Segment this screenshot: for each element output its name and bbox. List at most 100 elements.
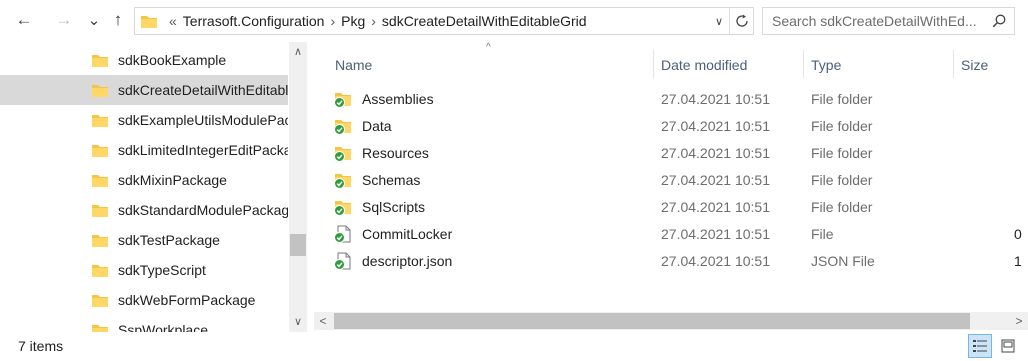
forward-button[interactable]: → xyxy=(52,8,76,32)
synced-folder-icon xyxy=(334,173,351,189)
type-cell: File folder xyxy=(811,90,873,107)
search-input[interactable] xyxy=(772,13,992,29)
file-type-icon xyxy=(334,117,352,135)
nav-tree-item[interactable]: sdkBookExample xyxy=(0,45,288,75)
file-row[interactable]: descriptor.json 27.04.2021 10:51 JSON Fi… xyxy=(314,247,1028,274)
folder-icon xyxy=(92,325,108,332)
type-cell: File folder xyxy=(811,117,873,134)
nav-tree-item-label: sdkCreateDetailWithEditableGrid xyxy=(118,82,288,98)
column-header-type[interactable]: Type xyxy=(811,52,841,78)
file-name-cell: CommitLocker xyxy=(334,220,452,247)
nav-tree-item[interactable]: sdkTypeScript xyxy=(0,255,288,285)
scroll-up-button[interactable]: ∧ xyxy=(289,42,307,60)
column-header-name[interactable]: Name xyxy=(335,52,372,78)
file-name-cell: SqlScripts xyxy=(334,193,425,220)
nav-tree-item[interactable]: sdkLimitedIntegerEditPackage xyxy=(0,135,288,165)
navigation-pane: sdkBookExample sdkCreateDetailWithEditab… xyxy=(0,42,310,332)
file-name-cell: Resources xyxy=(334,139,429,166)
nav-tree-item[interactable]: sdkTestPackage xyxy=(0,225,288,255)
nav-tree-item[interactable]: sdkWebFormPackage xyxy=(0,285,288,315)
refresh-icon xyxy=(735,14,748,27)
address-toolbar: ← → ⌄ ↑ « Terrasoft.Configuration › Pkg … xyxy=(0,0,1028,42)
file-name: Resources xyxy=(362,144,429,161)
chevron-down-icon: ⌄ xyxy=(87,12,101,29)
type-cell: File folder xyxy=(811,198,873,215)
search-box[interactable] xyxy=(762,7,1015,35)
nav-tree-item-label: sdkLimitedIntegerEditPackage xyxy=(118,142,288,158)
status-bar: 7 items xyxy=(0,332,1028,361)
folder-icon xyxy=(92,205,108,217)
refresh-button[interactable] xyxy=(729,8,753,34)
nav-tree-item-label: sdkMixinPackage xyxy=(118,172,227,188)
item-count: 7 items xyxy=(18,338,64,354)
scroll-right-button[interactable]: > xyxy=(1010,312,1028,330)
nav-tree-item[interactable]: SspWorkplace xyxy=(0,315,288,332)
arrow-right-icon: → xyxy=(55,10,73,29)
file-row[interactable]: Resources 27.04.2021 10:51 File folder xyxy=(314,139,1028,166)
nav-tree-item[interactable]: sdkExampleUtilsModulePackage xyxy=(0,105,288,135)
column-divider[interactable] xyxy=(653,50,654,78)
up-button[interactable]: ↑ xyxy=(106,8,130,32)
breadcrumb-pkg[interactable]: Pkg xyxy=(341,13,365,29)
scroll-left-button[interactable]: < xyxy=(314,312,332,330)
back-button[interactable]: ← xyxy=(12,8,36,32)
file-row[interactable]: CommitLocker 27.04.2021 10:51 File 0 xyxy=(314,220,1028,247)
file-row[interactable]: SqlScripts 27.04.2021 10:51 File folder xyxy=(314,193,1028,220)
large-icons-view-button[interactable] xyxy=(996,334,1020,358)
breadcrumb-separator[interactable]: › xyxy=(324,13,341,29)
scroll-down-button[interactable]: ∨ xyxy=(289,312,307,330)
file-type-icon xyxy=(334,90,352,108)
synced-folder-icon xyxy=(334,200,351,216)
column-header-date-modified[interactable]: Date modified xyxy=(661,52,747,78)
large-icons-view-icon xyxy=(1001,339,1015,353)
file-name: SqlScripts xyxy=(362,198,426,215)
nav-tree-item-label: sdkBookExample xyxy=(118,52,227,68)
column-header-size[interactable]: Size xyxy=(961,52,988,78)
breadcrumb-terrasoft-configuration[interactable]: Terrasoft.Configuration xyxy=(183,13,325,29)
file-row[interactable]: Data 27.04.2021 10:51 File folder xyxy=(314,112,1028,139)
date-modified-cell: 27.04.2021 10:51 xyxy=(661,90,770,107)
nav-tree-item[interactable]: sdkCreateDetailWithEditableGrid xyxy=(0,75,288,105)
address-history-dropdown[interactable]: ∨ xyxy=(709,15,729,28)
details-view-button[interactable] xyxy=(968,334,992,358)
date-modified-cell: 27.04.2021 10:51 xyxy=(661,225,770,242)
nav-tree-item-label: sdkWebFormPackage xyxy=(118,292,256,308)
overflow-crumbs-button[interactable]: « xyxy=(163,13,183,29)
list-horizontal-scrollbar[interactable]: < > xyxy=(314,312,1028,330)
nav-tree-item-label: SspWorkplace xyxy=(118,322,209,332)
file-type-icon xyxy=(334,198,352,216)
file-type-icon xyxy=(334,144,352,162)
recent-locations-button[interactable]: ⌄ xyxy=(82,8,106,32)
breadcrumb-separator[interactable]: › xyxy=(365,13,382,29)
nav-tree-item-label: sdkTypeScript xyxy=(118,262,206,278)
file-name: Schemas xyxy=(362,171,421,188)
column-divider[interactable] xyxy=(803,50,804,78)
type-cell: File xyxy=(811,225,834,242)
folder-icon xyxy=(92,145,108,157)
type-cell: JSON File xyxy=(811,252,875,269)
arrow-left-icon: ← xyxy=(15,10,33,29)
nav-vertical-scrollbar[interactable]: ∧ ∨ xyxy=(289,42,307,332)
scroll-thumb[interactable] xyxy=(334,313,970,329)
scroll-thumb[interactable] xyxy=(290,234,306,256)
type-cell: File folder xyxy=(811,144,873,161)
address-bar[interactable]: « Terrasoft.Configuration › Pkg › sdkCre… xyxy=(134,7,754,35)
date-modified-cell: 27.04.2021 10:51 xyxy=(661,144,770,161)
column-divider[interactable] xyxy=(953,50,954,78)
file-list: ^ Name Date modified Type Size Assemblie… xyxy=(314,42,1028,332)
file-name-cell: Schemas xyxy=(334,166,420,193)
file-name: Data xyxy=(362,117,392,134)
file-type-icon xyxy=(334,171,352,189)
folder-icon xyxy=(92,55,108,67)
file-name-cell: descriptor.json xyxy=(334,247,452,274)
breadcrumb-current-folder[interactable]: sdkCreateDetailWithEditableGrid xyxy=(382,13,587,29)
date-modified-cell: 27.04.2021 10:51 xyxy=(661,171,770,188)
nav-tree-item[interactable]: sdkMixinPackage xyxy=(0,165,288,195)
folder-icon xyxy=(92,85,108,97)
nav-tree-item[interactable]: sdkStandardModulePackage xyxy=(0,195,288,225)
file-row[interactable]: Schemas 27.04.2021 10:51 File folder xyxy=(314,166,1028,193)
folder-icon xyxy=(141,16,157,28)
file-type-icon xyxy=(334,225,352,243)
file-name: descriptor.json xyxy=(362,252,453,269)
file-row[interactable]: Assemblies 27.04.2021 10:51 File folder xyxy=(314,85,1028,112)
